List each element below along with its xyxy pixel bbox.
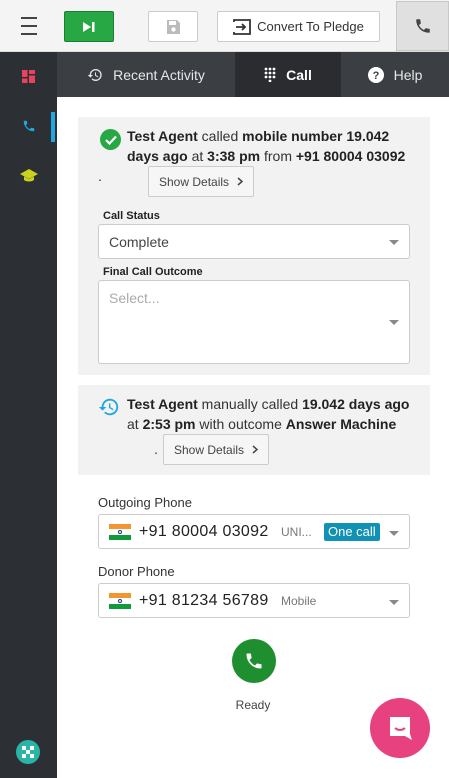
tab-recent-activity[interactable]: Recent Activity bbox=[57, 52, 236, 97]
chevron-down-icon bbox=[389, 320, 399, 325]
call-status-label: Call Status bbox=[103, 210, 160, 222]
call-button[interactable] bbox=[232, 639, 276, 683]
call-status-select[interactable]: Complete bbox=[98, 224, 410, 259]
activity-text: mobile number bbox=[242, 128, 343, 144]
save-button[interactable] bbox=[148, 11, 198, 42]
chevron-right-icon bbox=[237, 177, 244, 186]
activity-summary: Test Agent manually called 19.042 days a… bbox=[127, 394, 417, 434]
activity-text: with outcome bbox=[195, 416, 286, 432]
call-time: 2:53 pm bbox=[142, 416, 196, 432]
app-logo[interactable] bbox=[16, 740, 40, 764]
convert-icon bbox=[233, 18, 252, 35]
tab-call[interactable]: Call bbox=[236, 52, 341, 97]
history-icon bbox=[87, 68, 102, 81]
top-toolbar: Convert To Pledge bbox=[0, 0, 449, 52]
check-circle-icon bbox=[100, 129, 121, 150]
save-icon bbox=[167, 19, 180, 34]
activity-text: at bbox=[187, 148, 208, 164]
call-time: 3:38 pm bbox=[207, 148, 261, 164]
chevron-down-icon bbox=[389, 240, 399, 245]
donor-phone-type: Mobile bbox=[281, 594, 317, 608]
dashboard-icon bbox=[22, 69, 35, 83]
school-icon bbox=[19, 169, 38, 182]
time-ago: 19.042 days ago bbox=[302, 396, 410, 412]
activity-text: . bbox=[154, 441, 158, 457]
activity-card: Test Agent manually called 19.042 days a… bbox=[78, 385, 430, 475]
final-outcome-placeholder: Select... bbox=[109, 290, 160, 306]
final-outcome-label: Final Call Outcome bbox=[103, 266, 203, 278]
chevron-down-icon bbox=[389, 600, 399, 605]
chat-icon bbox=[390, 717, 412, 740]
activity-text: . bbox=[98, 168, 102, 184]
activity-text: manually called bbox=[197, 396, 303, 412]
show-details-button[interactable]: Show Details bbox=[163, 434, 270, 465]
tab-help[interactable]: ? Help bbox=[341, 52, 449, 97]
sidebar bbox=[0, 52, 57, 778]
show-details-button[interactable]: Show Details bbox=[148, 166, 255, 197]
sidebar-item-dashboard[interactable] bbox=[0, 56, 57, 96]
activity-summary: Test Agent called mobile number 19.042 d… bbox=[127, 126, 417, 166]
activity-card: Test Agent called mobile number 19.042 d… bbox=[78, 117, 430, 375]
call-panel: Test Agent called mobile number 19.042 d… bbox=[57, 97, 449, 778]
show-details-label: Show Details bbox=[159, 174, 230, 189]
convert-to-pledge-label: Convert To Pledge bbox=[257, 19, 364, 34]
activity-text: called bbox=[197, 128, 243, 144]
outgoing-phone-select[interactable]: +91 80004 03092 UNI... One call bbox=[98, 514, 410, 549]
convert-to-pledge-button[interactable]: Convert To Pledge bbox=[217, 11, 380, 42]
outgoing-phone-label: Outgoing Phone bbox=[98, 495, 192, 510]
donor-phone-number: +91 81234 56789 bbox=[139, 592, 269, 609]
tab-label: Call bbox=[286, 66, 312, 83]
show-details-inner: Show Details bbox=[148, 166, 255, 197]
activity-text: from bbox=[260, 148, 296, 164]
activity-text: at bbox=[127, 416, 143, 432]
donor-phone-label: Donor Phone bbox=[98, 564, 175, 579]
menu-button[interactable] bbox=[0, 0, 57, 52]
skip-next-icon bbox=[83, 21, 95, 32]
dialpad-icon bbox=[264, 67, 276, 82]
outgoing-phone-number: +91 80004 03092 bbox=[139, 523, 269, 540]
agent-name: Test Agent bbox=[127, 396, 198, 412]
app-logo-icon bbox=[22, 746, 34, 758]
show-details-label: Show Details bbox=[174, 442, 245, 457]
india-flag-icon bbox=[109, 524, 131, 540]
sidebar-item-calls[interactable] bbox=[0, 106, 57, 146]
phone-icon bbox=[246, 653, 262, 669]
final-outcome-select[interactable]: Select... bbox=[98, 280, 410, 364]
sidebar-item-training[interactable] bbox=[0, 156, 57, 196]
chevron-right-icon bbox=[252, 445, 259, 454]
one-call-badge: One call bbox=[324, 523, 380, 541]
phone-panel-button[interactable] bbox=[396, 1, 449, 51]
chat-launcher-button[interactable] bbox=[370, 698, 430, 758]
donor-phone-select[interactable]: +91 81234 56789 Mobile bbox=[98, 583, 410, 618]
show-details-inner: Show Details bbox=[163, 434, 270, 465]
help-icon: ? bbox=[367, 66, 384, 83]
phone-number: +91 80004 03092 bbox=[295, 148, 406, 164]
phone-icon bbox=[415, 19, 430, 33]
agent-name: Test Agent bbox=[127, 128, 198, 144]
phone-icon bbox=[23, 120, 34, 132]
svg-text:?: ? bbox=[372, 70, 379, 82]
call-outcome: Answer Machine bbox=[285, 416, 397, 432]
india-flag-icon bbox=[109, 593, 131, 609]
chevron-down-icon bbox=[389, 531, 399, 536]
tab-label: Help bbox=[393, 66, 423, 83]
call-status-value: Complete bbox=[109, 234, 169, 250]
next-record-button[interactable] bbox=[64, 11, 114, 42]
tab-label: Recent Activity bbox=[113, 66, 205, 83]
tab-bar: Recent Activity Call ? Help bbox=[57, 52, 449, 97]
history-icon bbox=[98, 398, 119, 416]
activity-summary-cont: . bbox=[98, 166, 418, 186]
outgoing-phone-type: UNI... bbox=[281, 525, 312, 539]
menu-icon bbox=[20, 14, 37, 38]
